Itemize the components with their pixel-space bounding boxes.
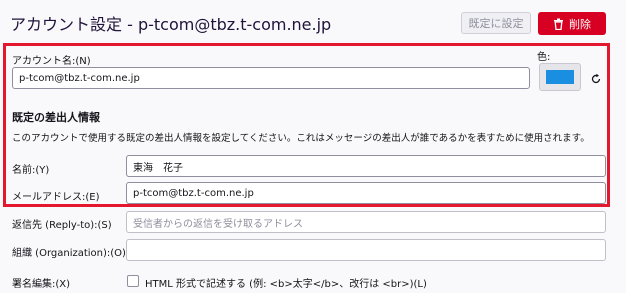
email-label: メールアドレス:(E): [12, 192, 100, 203]
color-swatch: [546, 70, 574, 84]
html-signature-checkbox[interactable]: [127, 275, 139, 287]
reset-color-icon[interactable]: [590, 70, 602, 89]
identity-description: このアカウントで使用する既定の差出人情報を設定してください。これはメッセージの差…: [12, 133, 590, 144]
name-input[interactable]: 東海 花子: [126, 155, 606, 177]
reply-to-label: 返信先 (Reply-to):(S): [12, 220, 112, 231]
email-input[interactable]: p-tcom@tbz.t-com.ne.jp: [126, 182, 606, 204]
signature-label: 署名編集:(X): [12, 279, 71, 290]
trash-icon: [553, 18, 564, 30]
organization-input[interactable]: [126, 239, 606, 261]
account-name-label: アカウント名:(N): [12, 56, 91, 67]
account-name-input[interactable]: p-tcom@tbz.t-com.ne.jp: [12, 67, 530, 89]
html-signature-label[interactable]: HTML 形式で記述する (例: <b>太字</b>、改行は <br>)(L): [145, 275, 427, 290]
name-label: 名前:(Y): [12, 165, 50, 176]
color-label: 色:: [537, 52, 551, 63]
identity-section-title: 既定の差出人情報: [12, 111, 100, 124]
set-default-button[interactable]: 既定に設定: [461, 12, 531, 34]
organization-label: 組織 (Organization):(O): [12, 248, 126, 259]
page-title: アカウント設定 - p-tcom@tbz.t-com.ne.jp: [10, 15, 332, 34]
delete-button-label: 削除: [569, 17, 591, 31]
reply-to-input[interactable]: 受信者からの返信を受け取るアドレス: [126, 211, 606, 233]
delete-button[interactable]: 削除: [538, 12, 606, 35]
